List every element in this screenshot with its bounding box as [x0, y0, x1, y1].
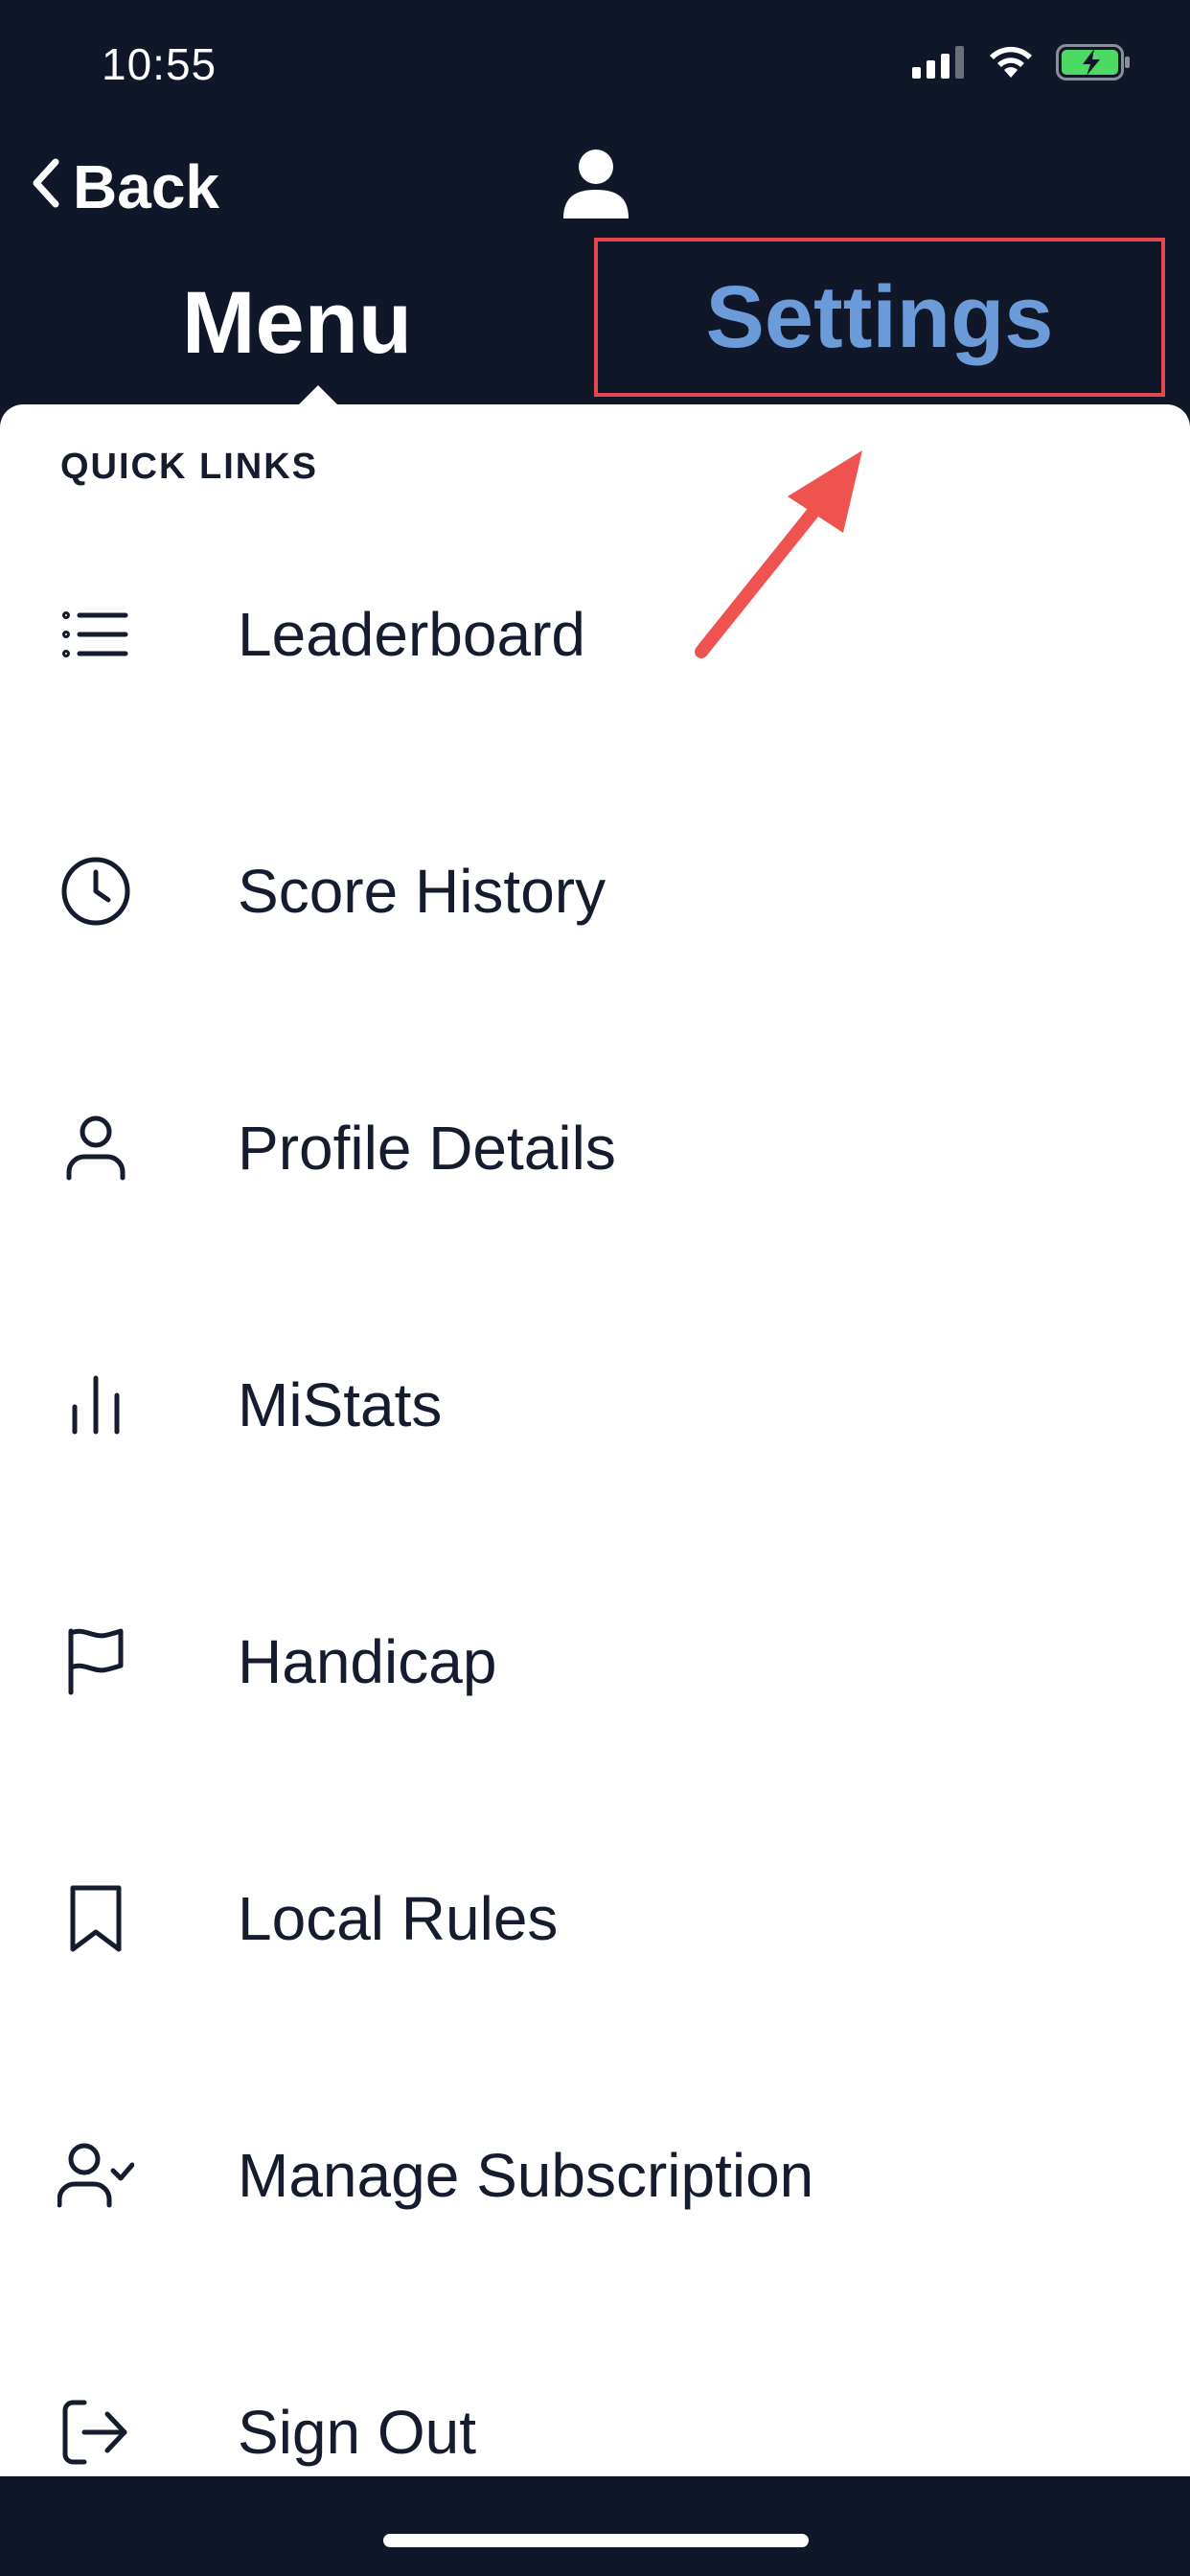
menu-item-mistats[interactable]: MiStats [0, 1338, 1190, 1472]
sign-out-icon [57, 2394, 134, 2471]
list-icon [57, 596, 134, 673]
clock-icon [57, 853, 134, 930]
menu-item-label: Sign Out [238, 2398, 477, 2467]
tab-menu[interactable]: Menu [96, 270, 498, 376]
menu-item-label: MiStats [238, 1370, 443, 1439]
back-button[interactable]: Back [31, 151, 219, 222]
menu-item-label: Local Rules [238, 1884, 559, 1953]
menu-item-leaderboard[interactable]: Leaderboard [0, 567, 1190, 702]
user-icon [57, 1110, 134, 1186]
menu-item-handicap[interactable]: Handicap [0, 1595, 1190, 1729]
menu-item-label: Manage Subscription [238, 2141, 814, 2210]
menu-item-label: Handicap [238, 1627, 497, 1696]
menu-item-score-history[interactable]: Score History [0, 824, 1190, 958]
tab-settings[interactable]: Settings [594, 238, 1165, 397]
menu-item-label: Profile Details [238, 1114, 616, 1183]
active-tab-caret [297, 385, 339, 406]
annotation-arrow-icon [682, 437, 874, 667]
home-indicator[interactable] [383, 2534, 809, 2547]
battery-charging-icon [1056, 43, 1133, 85]
back-label: Back [73, 152, 219, 221]
menu-item-label: Leaderboard [238, 600, 585, 669]
profile-icon[interactable] [561, 148, 630, 220]
menu-item-manage-subscription[interactable]: Manage Subscription [0, 2108, 1190, 2242]
chevron-left-icon [31, 151, 59, 222]
bottom-bar [0, 2476, 1190, 2576]
section-title: QUICK LINKS [60, 447, 318, 487]
wifi-icon [987, 45, 1035, 84]
menu-item-label: Score History [238, 857, 606, 926]
cellular-signal-icon [912, 45, 966, 83]
status-icons [912, 42, 1133, 86]
status-time: 10:55 [102, 39, 217, 89]
menu-item-local-rules[interactable]: Local Rules [0, 1852, 1190, 1986]
menu-item-profile-details[interactable]: Profile Details [0, 1081, 1190, 1215]
bar-chart-icon [57, 1367, 134, 1443]
user-check-icon [57, 2137, 134, 2214]
flag-icon [57, 1623, 134, 1700]
bookmark-icon [57, 1880, 134, 1957]
